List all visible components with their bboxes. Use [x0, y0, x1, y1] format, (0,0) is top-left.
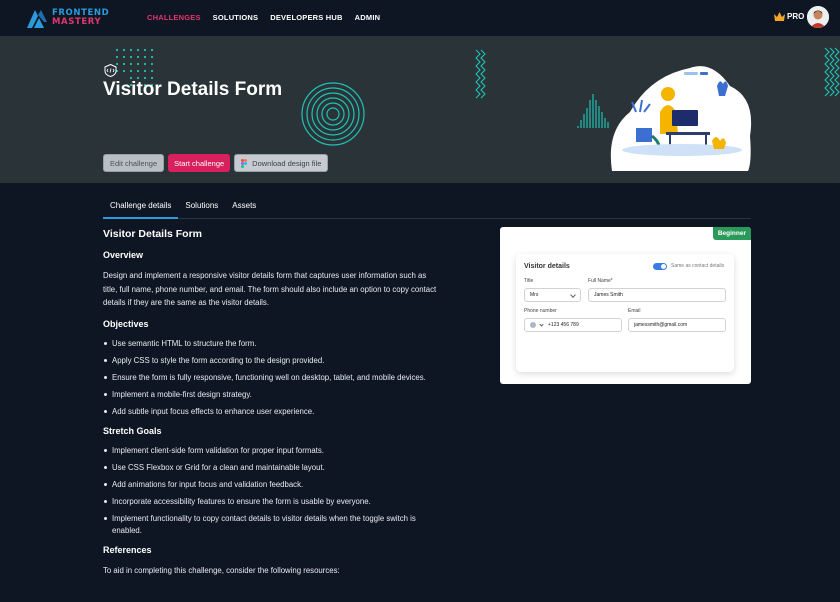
- hero-buttons: Edit challenge Start challenge Download …: [103, 154, 329, 172]
- hero-banner: Visitor Details Form Edit challenge Star…: [0, 36, 840, 183]
- avatar-image-icon: [807, 6, 829, 28]
- nav-link-developers-hub[interactable]: DEVELOPERS HUB: [270, 13, 342, 22]
- challenge-badge-icon: [104, 64, 117, 77]
- email-input-value: jamessmith@gmail.com: [634, 322, 688, 328]
- tab-challenge-details[interactable]: Challenge details: [103, 196, 179, 219]
- chevron-down-icon: [570, 292, 576, 298]
- title-select: Mrs: [524, 288, 581, 302]
- list-item: Ensure the form is fully responsive, fun…: [103, 372, 438, 384]
- fullname-input-value: James Smith: [594, 292, 623, 298]
- logo[interactable]: FRONTEND MASTERY: [26, 7, 109, 29]
- list-item: Use CSS Flexbox or Grid for a clean and …: [103, 462, 438, 474]
- overview-heading: Overview: [103, 250, 144, 260]
- phone-input: +123 456 789: [524, 318, 622, 332]
- list-item: Incorporate accessibility features to en…: [103, 496, 438, 508]
- phone-input-value: +123 456 789: [548, 322, 579, 328]
- logo-mark-icon: [27, 10, 47, 28]
- nav-link-solutions[interactable]: SOLUTIONS: [213, 13, 259, 22]
- download-design-label: Download design file: [252, 158, 322, 168]
- stretch-goals-list: Implement client-side form validation fo…: [103, 445, 438, 536]
- level-badge: Beginner: [712, 227, 751, 240]
- edit-challenge-button[interactable]: Edit challenge: [103, 154, 165, 172]
- preview-form-card: Visitor details Same as contact details …: [516, 254, 734, 372]
- stretch-goals-heading: Stretch Goals: [103, 426, 162, 436]
- top-nav: FRONTEND MASTERY CHALLENGES SOLUTIONS DE…: [0, 0, 840, 36]
- flag-icon: [530, 322, 536, 328]
- phone-field-label: Phone number: [524, 308, 557, 314]
- start-challenge-button[interactable]: Start challenge: [168, 154, 231, 172]
- list-item: Implement a mobile-first design strategy…: [103, 389, 438, 401]
- logo-line-2: MASTERY: [52, 17, 102, 27]
- email-field-label: Email: [628, 308, 641, 314]
- overview-text: Design and implement a responsive visito…: [103, 271, 437, 307]
- fullname-input: James Smith: [588, 288, 726, 302]
- content-title: Visitor Details Form: [103, 228, 203, 240]
- avatar[interactable]: [807, 6, 829, 28]
- list-item: Implement functionality to copy contact …: [103, 513, 438, 536]
- logo-text: FRONTEND MASTERY: [52, 9, 109, 27]
- objectives-heading: Objectives: [103, 318, 149, 329]
- email-input: jamessmith@gmail.com: [628, 318, 726, 332]
- chevron-down-icon: [539, 321, 544, 327]
- list-item: Apply CSS to style the form according to…: [103, 355, 438, 367]
- references-heading: References: [103, 545, 152, 555]
- nav-link-admin[interactable]: ADMIN: [355, 13, 381, 22]
- fullname-field-label: Full Name*: [588, 278, 613, 284]
- references-text: To aid in completing this challenge, con…: [103, 566, 340, 575]
- download-design-button[interactable]: Download design file: [234, 154, 329, 172]
- title-select-value: Mrs: [530, 292, 539, 298]
- challenge-description: Visitor Details Form Overview Design and…: [103, 228, 438, 587]
- nav-link-challenges[interactable]: CHALLENGES: [147, 13, 201, 22]
- list-item: Add subtle input focus effects to enhanc…: [103, 406, 438, 418]
- title-field-label: Title: [524, 278, 534, 284]
- list-item: Implement client-side form validation fo…: [103, 445, 438, 457]
- objectives-list: Use semantic HTML to structure the form.…: [103, 338, 438, 418]
- hero-title: Visitor Details Form: [103, 79, 283, 100]
- tab-solutions[interactable]: Solutions: [178, 196, 225, 219]
- pro-label: PRO: [787, 12, 805, 21]
- list-item: Use semantic HTML to structure the form.: [103, 338, 438, 350]
- crown-icon: [774, 12, 785, 21]
- preview-card-title: Visitor details: [524, 263, 570, 270]
- tab-assets[interactable]: Assets: [225, 196, 263, 219]
- challenge-tabs: Challenge details Solutions Assets: [103, 196, 751, 219]
- nav-links: CHALLENGES SOLUTIONS DEVELOPERS HUB ADMI…: [147, 13, 380, 22]
- list-item: Add animations for input focus and valid…: [103, 479, 438, 491]
- same-as-contact-toggle: [653, 263, 667, 270]
- design-preview[interactable]: Beginner Visitor details Same as contact…: [500, 227, 751, 384]
- toggle-label: Same as contact details: [671, 263, 725, 269]
- pro-badge[interactable]: PRO: [774, 12, 804, 21]
- figma-icon: [241, 158, 248, 168]
